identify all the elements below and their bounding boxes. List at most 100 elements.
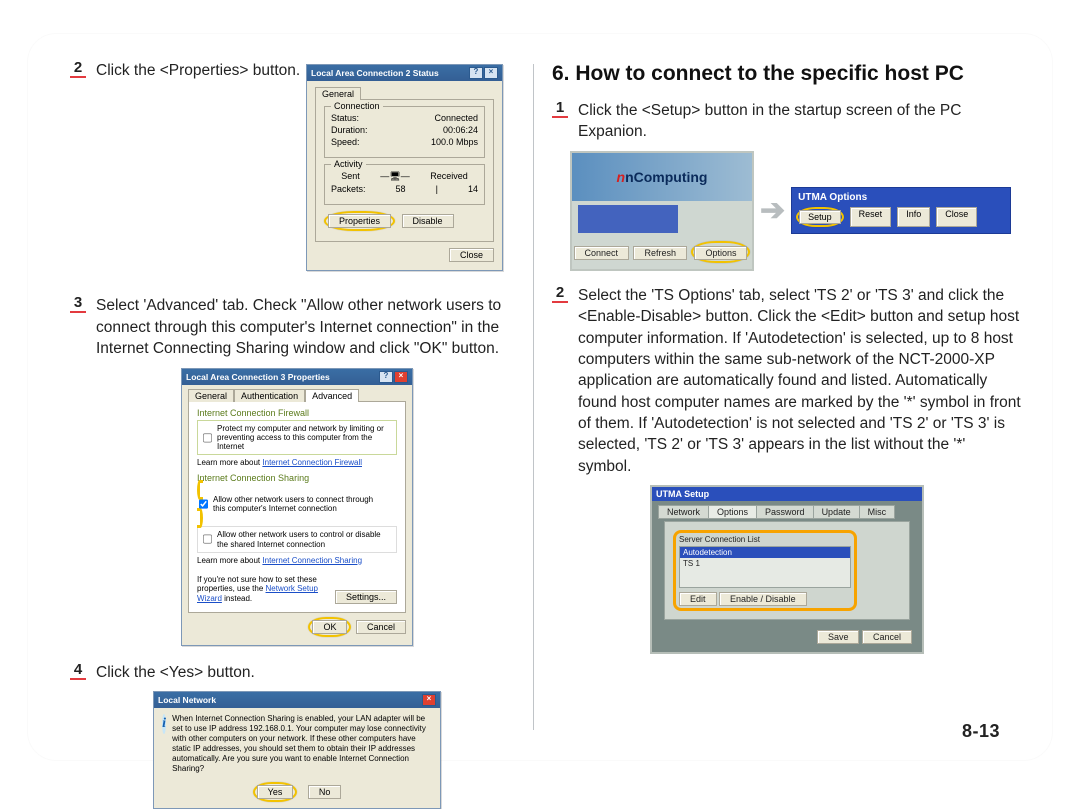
step-text: Click the <Setup> button in the startup … — [578, 100, 1022, 143]
packets-recv: 14 — [468, 184, 478, 194]
window-title: Local Area Connection 2 Status — [311, 68, 439, 78]
activity-icon: —🖥— — [380, 171, 409, 182]
step-number: 3 — [70, 295, 86, 313]
refresh-button[interactable]: Refresh — [633, 246, 687, 260]
edit-button[interactable]: Edit — [679, 592, 717, 606]
window-title: Local Area Connection 3 Properties — [186, 372, 330, 382]
tab-options[interactable]: Options — [708, 505, 757, 519]
utma-options-panel: UTMA Options Setup Reset Info Close — [791, 187, 1011, 234]
tab-misc[interactable]: Misc — [859, 505, 896, 519]
connect-button[interactable]: Connect — [574, 246, 630, 260]
no-button[interactable]: No — [308, 785, 342, 799]
tab-advanced[interactable]: Advanced — [305, 389, 359, 402]
enable-disable-button[interactable]: Enable / Disable — [719, 592, 807, 606]
close-icon[interactable]: × — [484, 67, 498, 79]
save-button[interactable]: Save — [817, 630, 860, 644]
message-text: When Internet Connection Sharing is enab… — [172, 714, 432, 774]
manual-page: 2 Click the <Properties> button. Local A… — [28, 34, 1052, 760]
learn-more-label: Learn more about — [197, 458, 260, 467]
group-connection: Connection — [331, 101, 383, 111]
fig-connection-properties: Local Area Connection 3 Properties ?× Ge… — [181, 368, 413, 646]
window-title: UTMA Setup — [652, 487, 922, 501]
options-button[interactable]: Options — [694, 246, 747, 260]
list-item[interactable]: TS 1 — [680, 558, 850, 569]
duration-value: 00:06:24 — [443, 125, 478, 135]
close-icon[interactable]: × — [394, 371, 408, 383]
tab-authentication[interactable]: Authentication — [234, 389, 305, 402]
help-icon[interactable]: ? — [469, 67, 483, 79]
duration-label: Duration: — [331, 125, 368, 135]
icf-checkbox-label: Protect my computer and network by limit… — [217, 424, 393, 452]
list-label: Server Connection List — [679, 535, 851, 544]
cancel-button[interactable]: Cancel — [862, 630, 912, 644]
yes-button[interactable]: Yes — [257, 785, 294, 799]
tab-password[interactable]: Password — [756, 505, 814, 519]
ics-checkbox-label: Allow other network users to connect thr… — [213, 495, 377, 513]
page-number: 8-13 — [962, 721, 1000, 742]
highlight-ring: Setup — [796, 207, 844, 227]
info-button[interactable]: Info — [897, 207, 930, 227]
step-4: 4 Click the <Yes> button. — [70, 662, 524, 683]
status-value: Connected — [434, 113, 478, 123]
icf-link[interactable]: Internet Connection Firewall — [262, 458, 362, 467]
window-controls: ?× — [469, 67, 498, 79]
step-2-right: 2 Select the 'TS Options' tab, select 'T… — [552, 285, 1022, 477]
window-title: Local Network — [158, 695, 216, 705]
status-label: Status: — [331, 113, 359, 123]
icf-heading: Internet Connection Firewall — [197, 408, 397, 418]
fig-utma-setup: UTMA Setup NetworkOptionsPasswordUpdateM… — [650, 485, 924, 654]
tab-update[interactable]: Update — [813, 505, 860, 519]
ics-link[interactable]: Internet Connection Sharing — [262, 556, 362, 565]
learn-more-label: Learn more about — [197, 556, 260, 565]
tab-network[interactable]: Network — [658, 505, 709, 519]
window-controls: × — [422, 694, 436, 706]
icf-checkbox[interactable]: Protect my computer and network by limit… — [201, 424, 393, 452]
packets-sent: 58 — [396, 184, 406, 194]
step-text: Select the 'TS Options' tab, select 'TS … — [578, 285, 1022, 477]
tab-bar: NetworkOptionsPasswordUpdateMisc — [658, 505, 916, 519]
cancel-button[interactable]: Cancel — [356, 620, 406, 634]
step-3: 3 Select 'Advanced' tab. Check "Allow ot… — [70, 295, 524, 359]
setup-button[interactable]: Setup — [799, 210, 841, 224]
ics-checkbox-allow[interactable]: Allow other network users to connect thr… — [197, 495, 377, 513]
tab-general[interactable]: General — [315, 87, 361, 100]
highlight-ring: Yes — [253, 782, 298, 802]
step-text: Click the <Yes> button. — [96, 662, 524, 683]
connection-list[interactable]: Autodetection TS 1 — [679, 546, 851, 588]
ok-button[interactable]: OK — [312, 620, 347, 634]
ics-control-label: Allow other network users to control or … — [217, 530, 393, 548]
ics-heading: Internet Connection Sharing — [197, 473, 397, 483]
fig-connection-status: Local Area Connection 2 Status ?× Genera… — [306, 64, 503, 271]
fig-local-network-prompt: Local Network × i When Internet Connecti… — [153, 691, 441, 809]
utma-title: UTMA Options — [796, 192, 1006, 207]
highlight-ring: Allow other network users to connect thr… — [197, 480, 397, 528]
window-titlebar: Local Area Connection 2 Status ?× — [307, 65, 502, 81]
highlight-rect: Server Connection List Autodetection TS … — [673, 530, 857, 611]
close-icon[interactable]: × — [422, 694, 436, 706]
step-1: 1 Click the <Setup> button in the startu… — [552, 100, 1022, 143]
sent-label: Sent — [341, 171, 360, 182]
ics-checkbox-control[interactable]: Allow other network users to control or … — [201, 530, 393, 548]
properties-button[interactable]: Properties — [328, 214, 391, 228]
list-item-selected[interactable]: Autodetection — [680, 547, 850, 558]
received-label: Received — [430, 171, 468, 182]
arrow-icon: ➔ — [760, 193, 785, 228]
settings-button[interactable]: Settings... — [335, 590, 397, 604]
group-activity: Activity — [331, 159, 366, 169]
help-icon[interactable]: ? — [379, 371, 393, 383]
step-number: 2 — [552, 285, 568, 303]
disable-button[interactable]: Disable — [402, 214, 454, 228]
brand-label: nComputing — [625, 169, 707, 185]
reset-button[interactable]: Reset — [850, 207, 892, 227]
step-text: Select 'Advanced' tab. Check "Allow othe… — [96, 295, 524, 359]
window-controls: ?× — [379, 371, 408, 383]
window-titlebar: Local Network × — [154, 692, 440, 708]
highlight-ring: OK — [308, 617, 351, 637]
column-divider — [533, 64, 534, 730]
step-number: 2 — [70, 60, 86, 78]
close-button[interactable]: Close — [936, 207, 977, 227]
step-number: 4 — [70, 662, 86, 680]
highlight-ring: Options — [691, 241, 750, 263]
tab-general[interactable]: General — [188, 389, 234, 402]
close-button[interactable]: Close — [449, 248, 494, 262]
